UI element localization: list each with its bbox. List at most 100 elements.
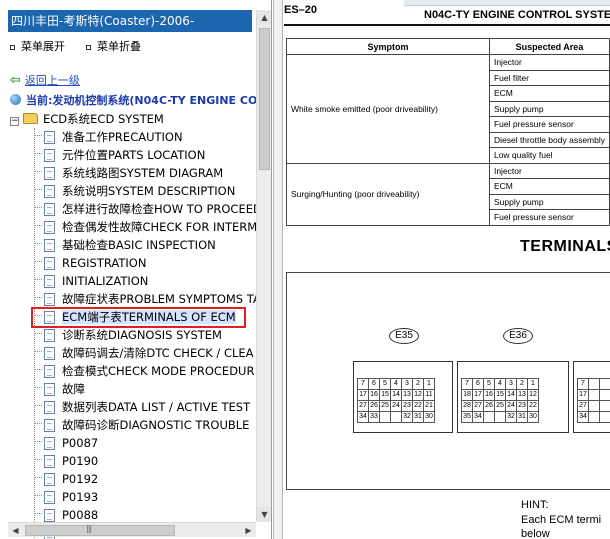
scroll-up-icon[interactable]: ▲ — [257, 10, 271, 25]
menu-collapse-button[interactable]: 菜单折叠 — [86, 38, 141, 56]
document-icon — [44, 365, 55, 378]
tree-item[interactable]: P0190 — [34, 452, 98, 470]
tree-item[interactable]: 元件位置PARTS LOCATION — [34, 146, 205, 164]
e35-pin-grid: 7 6 5 4 3 2 1 17 16 15 14 13 12 11 27 26 25 24 23 22 21 34 33 3… — [357, 378, 435, 423]
tree-branch-line — [34, 351, 42, 352]
scroll-down-icon[interactable]: ▼ — [257, 507, 271, 522]
e37-pin-grid: 7 17 27 34 — [577, 378, 610, 423]
tree-item-label: 故障症状表PROBLEM SYMPTOMS TA — [62, 292, 261, 306]
connector-pin: 14 — [390, 389, 402, 401]
tree-branch-line — [34, 171, 42, 172]
connector-pin: 11 — [423, 389, 435, 401]
tree-horizontal-scrollbar[interactable]: ◀ ||| ▶ — [8, 522, 256, 537]
document-icon — [44, 401, 55, 414]
connector-pin: 16 — [483, 389, 495, 401]
collapse-square-icon — [86, 44, 91, 50]
collapse-toggle-icon[interactable]: − — [10, 117, 19, 126]
connector-e36: 7 6 5 4 3 2 1 18 17 16 15 14 13 12 28 27 26 25 24 23 22 35 34 3… — [457, 361, 569, 433]
tree-item-label: 故障码调去/清除DTC CHECK / CLEA — [62, 346, 254, 360]
tree-item[interactable]: 系统线路图SYSTEM DIAGRAM — [34, 164, 223, 182]
tree-item[interactable]: 准备工作PRECAUTION — [34, 128, 183, 146]
document-icon — [44, 149, 55, 162]
table-header-row: Symptom Suspected Area — [286, 38, 610, 55]
tree-branch-line — [34, 387, 42, 388]
connector-pin: 3 — [505, 378, 517, 390]
connector-pin: 27 — [577, 400, 589, 412]
scroll-right-icon[interactable]: ▶ — [241, 523, 256, 538]
back-arrow-icon: ⇦ — [10, 73, 21, 88]
menu-expand-button[interactable]: 菜单展开 — [10, 38, 65, 56]
tree-item[interactable]: 故障症状表PROBLEM SYMPTOMS TA — [34, 290, 261, 308]
tree-item[interactable]: 故障码调去/清除DTC CHECK / CLEA — [34, 344, 254, 362]
tree-item[interactable]: 故障 — [34, 380, 85, 398]
suspected-area-cell: Fuel pressure sensor — [488, 209, 610, 226]
terminals-heading: TERMINALS OF ECM — [520, 238, 610, 255]
connector-pin: 21 — [423, 400, 435, 412]
hint-title: HINT: — [521, 499, 549, 511]
tree-item[interactable]: 系统说明SYSTEM DESCRIPTION — [34, 182, 235, 200]
table-row: White smoke emitted (poor driveability) I… — [286, 54, 610, 164]
document-icon — [44, 347, 55, 360]
table-row: Surging/Hunting (poor driveability) Injec… — [286, 162, 610, 226]
connector-pin: 25 — [379, 400, 391, 412]
connector-pin — [588, 400, 600, 412]
connector-pin — [599, 389, 610, 401]
tree-item-label: 系统线路图SYSTEM DIAGRAM — [62, 166, 224, 180]
connector-pin: 7 — [357, 378, 369, 390]
connector-pin: 28 — [461, 400, 473, 412]
tree-branch-line — [34, 225, 42, 226]
tree-item-label: P0190 — [62, 454, 99, 468]
tree-item[interactable]: 检查偶发性故障CHECK FOR INTERM — [34, 218, 257, 236]
tree-item[interactable]: P0192 — [34, 470, 98, 488]
connector-pin: 31 — [412, 411, 424, 423]
suspected-area-cell: Supply pump — [488, 100, 610, 117]
tree-item[interactable]: INITIALIZATION — [34, 272, 148, 290]
tree-item[interactable]: 检查模式CHECK MODE PROCEDUR — [34, 362, 254, 380]
tree-item[interactable]: REGISTRATION — [34, 254, 146, 272]
connector-pin — [390, 411, 402, 423]
tree-item-label: 系统说明SYSTEM DESCRIPTION — [62, 184, 236, 198]
tree-item[interactable]: 基础检查BASIC INSPECTION — [34, 236, 216, 254]
tree-branch-line — [34, 135, 42, 136]
pane-splitter[interactable] — [273, 0, 283, 539]
tree-vertical-scrollbar[interactable]: ▲ ▼ — [256, 10, 271, 522]
tree-root-ecd-system[interactable]: − ECD系统ECD SYSTEM — [10, 110, 164, 128]
tree-item[interactable]: 诊断系统DIAGNOSIS SYSTEM — [34, 326, 222, 344]
connector-pin: 27 — [472, 400, 484, 412]
suspected-area-cell: Supply pump — [488, 193, 610, 210]
connector-pin: 1 — [527, 378, 539, 390]
connector-pin: 17 — [472, 389, 484, 401]
scroll-left-icon[interactable]: ◀ — [8, 523, 23, 538]
connector-pin: 1 — [423, 378, 435, 390]
back-link[interactable]: ⇦ 返回上一级 — [10, 73, 80, 89]
connector-pin: 4 — [390, 378, 402, 390]
document-icon — [44, 239, 55, 252]
connector-pin — [588, 378, 600, 390]
tree-item-label: 检查模式CHECK MODE PROCEDUR — [62, 364, 255, 378]
tree-branch-line — [34, 189, 42, 190]
connector-pin: 25 — [494, 400, 506, 412]
tree-item[interactable]: P0087 — [34, 434, 98, 452]
document-icon — [44, 131, 55, 144]
tree-item[interactable]: P0193 — [34, 488, 98, 506]
connector-pin: 34 — [577, 411, 589, 423]
tree-item-label: 数据列表DATA LIST / ACTIVE TEST — [62, 400, 251, 414]
connector-pin: 23 — [516, 400, 528, 412]
tree-item-label: P0193 — [62, 490, 99, 504]
connector-pin: 26 — [368, 400, 380, 412]
tree-item[interactable]: 数据列表DATA LIST / ACTIVE TEST — [34, 398, 250, 416]
connector-pin: 18 — [461, 389, 473, 401]
document-icon — [44, 509, 55, 522]
connector-pin: 6 — [368, 378, 380, 390]
suspected-area-cell: Injector — [488, 162, 610, 179]
tree-item-label: 基础检查BASIC INSPECTION — [62, 238, 216, 252]
connector-pin — [599, 400, 610, 412]
tree-item[interactable]: 怎样进行故障检查HOW TO PROCEED — [34, 200, 262, 218]
scroll-thumb[interactable] — [259, 28, 270, 170]
tree-item-label: REGISTRATION — [62, 256, 147, 270]
suspected-area-cell: Diesel throttle body assembly — [488, 131, 610, 148]
horizontal-scroll-thumb[interactable] — [25, 525, 175, 536]
tree-item[interactable]: 故障码诊断DIAGNOSTIC TROUBLE — [34, 416, 249, 434]
tree-item-label: INITIALIZATION — [62, 274, 149, 288]
connector-pin: 15 — [379, 389, 391, 401]
